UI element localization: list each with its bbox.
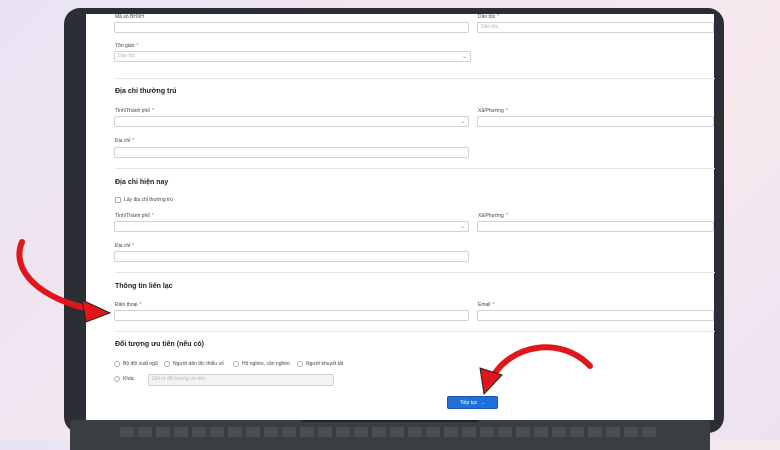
right-annotation-arrow <box>489 344 593 381</box>
annotation-arrows <box>16 239 593 396</box>
left-arrow-head <box>81 299 112 323</box>
left-annotation-arrow <box>16 239 98 313</box>
